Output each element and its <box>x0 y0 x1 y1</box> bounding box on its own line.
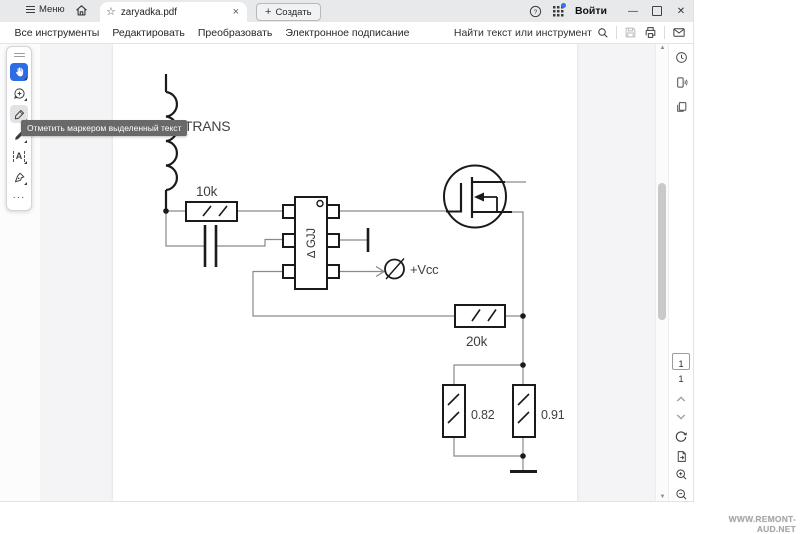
zoom-out-icon <box>675 488 688 501</box>
export-document-icon <box>675 450 688 463</box>
add-text-icon: A <box>13 151 26 162</box>
add-text-tool-button[interactable]: A <box>10 147 28 165</box>
zoom-in-icon <box>675 468 688 481</box>
tab-title: zaryadka.pdf <box>121 7 231 18</box>
pages-copy-icon <box>675 101 688 114</box>
notification-dot <box>561 3 566 8</box>
create-label: Создать <box>275 7 311 18</box>
comment-bubble-icon <box>13 87 26 100</box>
create-button[interactable]: + Создать <box>256 3 321 21</box>
device-sound-icon <box>675 76 688 89</box>
read-aloud-button[interactable] <box>672 73 690 91</box>
divider <box>664 26 665 39</box>
search-label: Найти текст или инструмент <box>454 27 592 39</box>
activity-button[interactable] <box>672 48 690 66</box>
rotate-icon <box>674 430 688 444</box>
zoom-in-button[interactable] <box>672 465 690 483</box>
right-rail: 1 <box>668 44 693 501</box>
watermark: WWW.REMONT-AUD.NET <box>698 514 796 534</box>
titlebar-right-controls: ? Войти — ✕ <box>525 0 693 22</box>
panel-drag-handle[interactable] <box>14 51 25 59</box>
sign-nib-icon <box>13 171 26 184</box>
chevron-up-icon <box>676 395 686 403</box>
hamburger-icon <box>26 5 35 15</box>
highlight-tooltip: Отметить маркером выделенный текст <box>21 120 187 136</box>
menu-bar: Все инструменты Редактировать Преобразов… <box>0 22 693 44</box>
menu-convert[interactable]: Преобразовать <box>191 27 279 39</box>
mail-icon[interactable] <box>672 26 686 39</box>
export-page-button[interactable] <box>672 447 690 465</box>
vertical-scrollbar[interactable]: ▲ ▼ <box>655 44 669 501</box>
page-total: 1 <box>669 374 693 385</box>
plus-icon: + <box>265 7 271 18</box>
document-viewport: TRANS 10k ∆ GJJ +Vcc 20k 0.82 0.91 <box>0 44 693 501</box>
page-number-input[interactable] <box>673 357 689 372</box>
previous-page-button[interactable] <box>672 390 690 408</box>
print-icon[interactable] <box>644 26 657 39</box>
menu-all-tools[interactable]: Все инструменты <box>8 27 106 39</box>
help-icon: ? <box>529 5 542 18</box>
menu-edit[interactable]: Редактировать <box>106 27 192 39</box>
chevron-down-icon <box>676 413 686 421</box>
apps-grid-button[interactable] <box>547 0 569 22</box>
home-button[interactable] <box>74 3 90 19</box>
window-minimize-button[interactable]: — <box>621 0 645 22</box>
divider <box>616 26 617 39</box>
restore-icon <box>652 6 662 16</box>
window-close-button[interactable]: ✕ <box>669 0 693 22</box>
highlighter-icon <box>13 108 26 121</box>
fill-and-sign-tool-button[interactable] <box>10 168 28 186</box>
svg-text:?: ? <box>534 8 538 15</box>
scrollbar-thumb[interactable] <box>658 183 666 320</box>
search-control[interactable]: Найти текст или инструмент <box>454 27 609 39</box>
acrobat-window: Меню ☆ zaryadka.pdf × + Создать ? <box>0 0 694 502</box>
sign-in-button[interactable]: Войти <box>575 5 607 17</box>
zoom-out-button[interactable] <box>672 485 690 501</box>
add-comment-tool-button[interactable] <box>10 84 28 102</box>
tab-close-icon[interactable]: × <box>231 6 241 18</box>
title-bar: Меню ☆ zaryadka.pdf × + Создать ? <box>0 0 693 22</box>
clock-icon <box>675 51 688 64</box>
document-tab[interactable]: ☆ zaryadka.pdf × <box>100 2 247 22</box>
save-icon[interactable] <box>624 26 637 39</box>
menu-label: Меню <box>39 4 65 15</box>
home-icon <box>74 3 89 18</box>
next-page-button[interactable] <box>672 408 690 426</box>
more-icon: ··· <box>13 195 26 201</box>
menubar-right-controls: Найти текст или инструмент <box>454 22 686 43</box>
menu-esign[interactable]: Электронное подписание <box>279 27 416 39</box>
hand-tool-button[interactable] <box>10 63 28 81</box>
search-icon <box>597 27 609 39</box>
window-restore-button[interactable] <box>645 0 669 22</box>
rotate-page-button[interactable] <box>672 428 690 446</box>
star-icon[interactable]: ☆ <box>106 7 116 18</box>
pdf-page <box>113 44 577 501</box>
menu-button[interactable]: Меню <box>26 4 65 15</box>
hand-icon <box>14 66 25 78</box>
organize-pages-button[interactable] <box>672 98 690 116</box>
more-tools-button[interactable]: ··· <box>10 189 28 207</box>
help-button[interactable]: ? <box>525 0 547 22</box>
page-number-box[interactable] <box>672 353 690 370</box>
